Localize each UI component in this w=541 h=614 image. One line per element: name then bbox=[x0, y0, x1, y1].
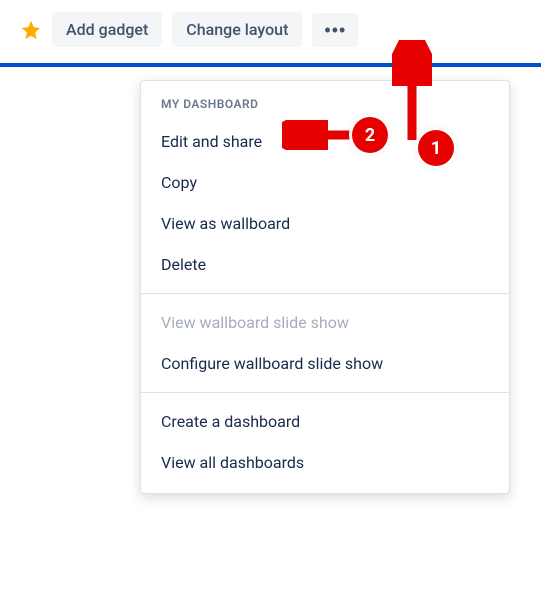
menu-item-copy[interactable]: Copy bbox=[141, 162, 509, 203]
toolbar: Add gadget Change layout ••• bbox=[0, 0, 541, 63]
more-icon: ••• bbox=[324, 21, 346, 39]
dropdown-divider bbox=[141, 293, 509, 294]
add-gadget-button[interactable]: Add gadget bbox=[52, 12, 162, 47]
menu-item-view-as-wallboard[interactable]: View as wallboard bbox=[141, 203, 509, 244]
menu-item-create-dashboard[interactable]: Create a dashboard bbox=[141, 401, 509, 442]
star-icon[interactable] bbox=[20, 19, 42, 41]
menu-item-delete[interactable]: Delete bbox=[141, 244, 509, 285]
change-layout-button[interactable]: Change layout bbox=[172, 12, 302, 47]
annotation-step-2: 2 bbox=[352, 117, 388, 153]
dropdown-section-header: MY DASHBOARD bbox=[141, 91, 509, 121]
menu-item-configure-wallboard-slideshow[interactable]: Configure wallboard slide show bbox=[141, 343, 509, 384]
menu-item-view-wallboard-slideshow: View wallboard slide show bbox=[141, 302, 509, 343]
annotation-step-1: 1 bbox=[418, 130, 454, 166]
dropdown-divider bbox=[141, 392, 509, 393]
active-tab-underline bbox=[0, 63, 541, 67]
menu-item-view-all-dashboards[interactable]: View all dashboards bbox=[141, 442, 509, 483]
more-menu-button[interactable]: ••• bbox=[312, 13, 358, 47]
